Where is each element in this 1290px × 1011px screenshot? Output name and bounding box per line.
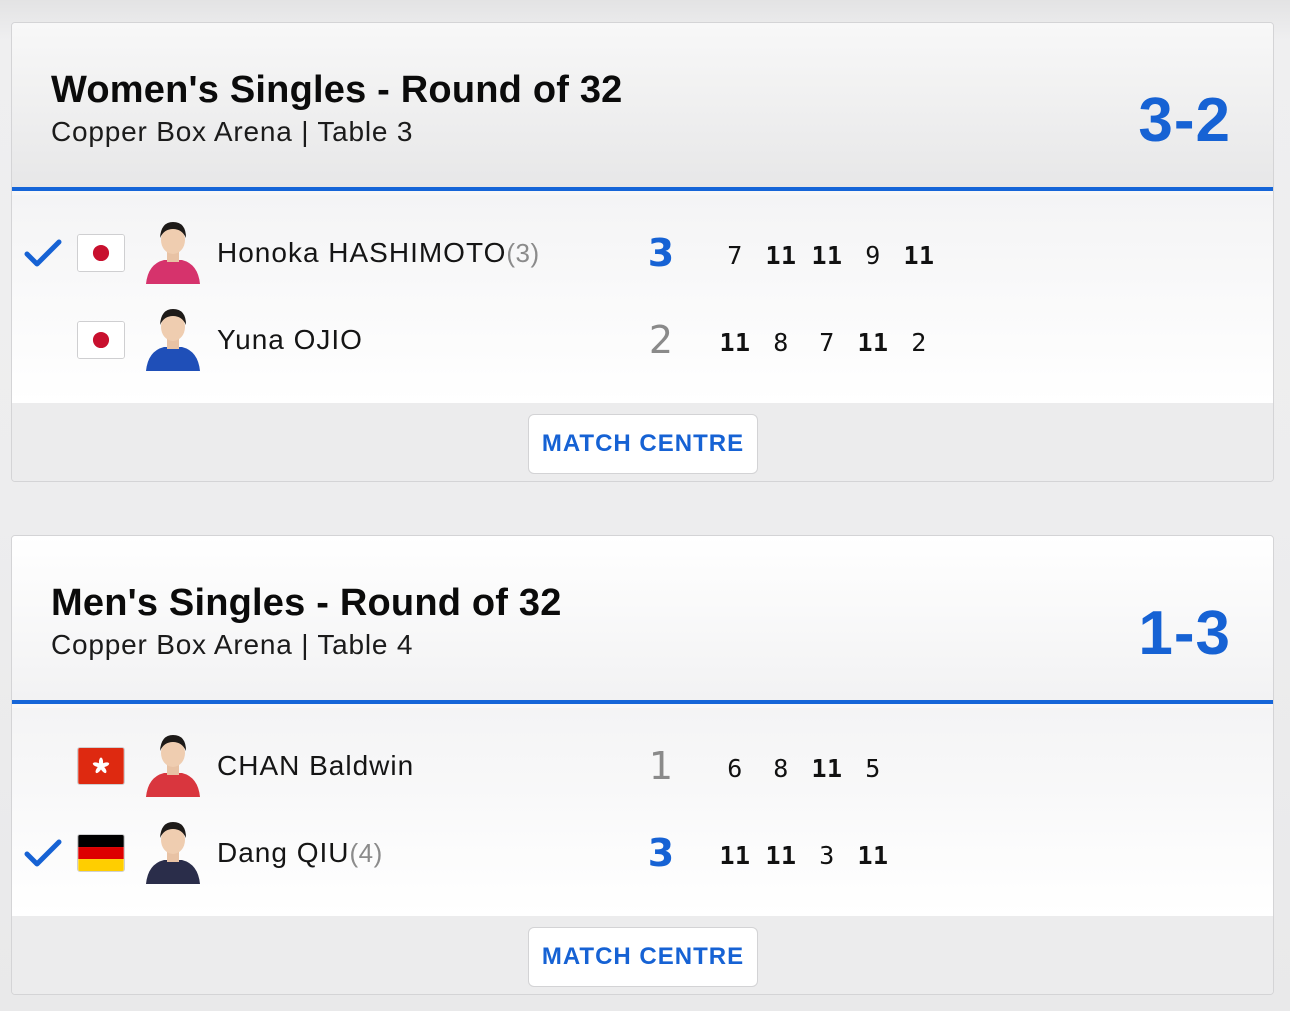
game-score: 11 bbox=[719, 328, 751, 357]
player-avatar[interactable] bbox=[142, 727, 204, 797]
player-name[interactable]: Dang QIU(4) bbox=[217, 837, 383, 869]
winner-check-icon bbox=[24, 839, 62, 869]
final-score: 3-2 bbox=[1138, 86, 1231, 155]
event-title: Women's Singles - Round of 32 bbox=[51, 69, 623, 111]
match-centre-button[interactable]: MATCH CENTRE bbox=[528, 927, 758, 987]
games-won: 3 bbox=[647, 231, 675, 275]
player-seed: (3) bbox=[506, 238, 540, 268]
players-list: CHAN Baldwin 1 6 8 11 5 Dang QIU(4) 3 11 11 3 11 bbox=[12, 708, 1273, 916]
game-score: 11 bbox=[765, 841, 797, 870]
player-seed: (4) bbox=[349, 838, 383, 868]
game-score: 11 bbox=[811, 241, 843, 270]
game-score: 7 bbox=[727, 241, 743, 270]
winner-check-icon bbox=[24, 239, 62, 269]
player-row: Honoka HASHIMOTO(3) 3 7 11 11 9 11 bbox=[12, 209, 1273, 299]
player-name[interactable]: Yuna OJIO bbox=[217, 324, 363, 356]
game-score: 11 bbox=[857, 328, 889, 357]
player-name-text[interactable]: Honoka HASHIMOTO bbox=[217, 237, 506, 268]
player-row: CHAN Baldwin 1 6 8 11 5 bbox=[12, 722, 1273, 812]
player-avatar[interactable] bbox=[142, 814, 204, 884]
player-row: Yuna OJIO 2 11 8 7 11 2 bbox=[12, 296, 1273, 386]
game-score: 2 bbox=[911, 328, 927, 357]
match-card: Men's Singles - Round of 32 Copper Box A… bbox=[11, 535, 1274, 995]
games-won: 3 bbox=[647, 831, 675, 875]
player-avatar[interactable] bbox=[142, 301, 204, 371]
event-title: Men's Singles - Round of 32 bbox=[51, 582, 562, 624]
game-score: 5 bbox=[865, 754, 881, 783]
venue-label: Copper Box Arena | Table 4 bbox=[51, 629, 414, 660]
game-score: 11 bbox=[903, 241, 935, 270]
player-name-text[interactable]: Dang QIU bbox=[217, 837, 350, 868]
germany-flag bbox=[77, 834, 125, 872]
game-score: 11 bbox=[811, 754, 843, 783]
game-score: 11 bbox=[857, 841, 889, 870]
venue-label: Copper Box Arena | Table 3 bbox=[51, 116, 414, 147]
final-score: 1-3 bbox=[1138, 599, 1231, 668]
games-won: 1 bbox=[648, 744, 674, 788]
match-header: Men's Singles - Round of 32 Copper Box A… bbox=[12, 536, 1273, 704]
game-score: 6 bbox=[727, 754, 743, 783]
players-list: Honoka HASHIMOTO(3) 3 7 11 11 9 11 Yuna OJIO 2 1… bbox=[12, 195, 1273, 403]
game-score: 7 bbox=[819, 328, 835, 357]
japan-flag bbox=[77, 321, 125, 359]
hong-kong-flag bbox=[77, 747, 125, 785]
player-name-text[interactable]: Yuna OJIO bbox=[217, 324, 363, 355]
japan-flag bbox=[77, 234, 125, 272]
match-header: Women's Singles - Round of 32 Copper Box… bbox=[12, 23, 1273, 191]
player-name[interactable]: CHAN Baldwin bbox=[217, 750, 414, 782]
match-footer: MATCH CENTRE bbox=[12, 403, 1273, 481]
game-score: 11 bbox=[765, 241, 797, 270]
game-score: 8 bbox=[773, 754, 789, 783]
games-won: 2 bbox=[648, 318, 674, 362]
game-score: 11 bbox=[719, 841, 751, 870]
game-score: 9 bbox=[865, 241, 881, 270]
player-avatar[interactable] bbox=[142, 214, 204, 284]
match-footer: MATCH CENTRE bbox=[12, 916, 1273, 994]
game-score: 8 bbox=[773, 328, 789, 357]
player-name[interactable]: Honoka HASHIMOTO(3) bbox=[217, 237, 540, 269]
match-centre-button[interactable]: MATCH CENTRE bbox=[528, 414, 758, 474]
player-row: Dang QIU(4) 3 11 11 3 11 bbox=[12, 809, 1273, 899]
game-score: 3 bbox=[819, 841, 835, 870]
player-name-text[interactable]: CHAN Baldwin bbox=[217, 750, 414, 781]
match-card: Women's Singles - Round of 32 Copper Box… bbox=[11, 22, 1274, 482]
